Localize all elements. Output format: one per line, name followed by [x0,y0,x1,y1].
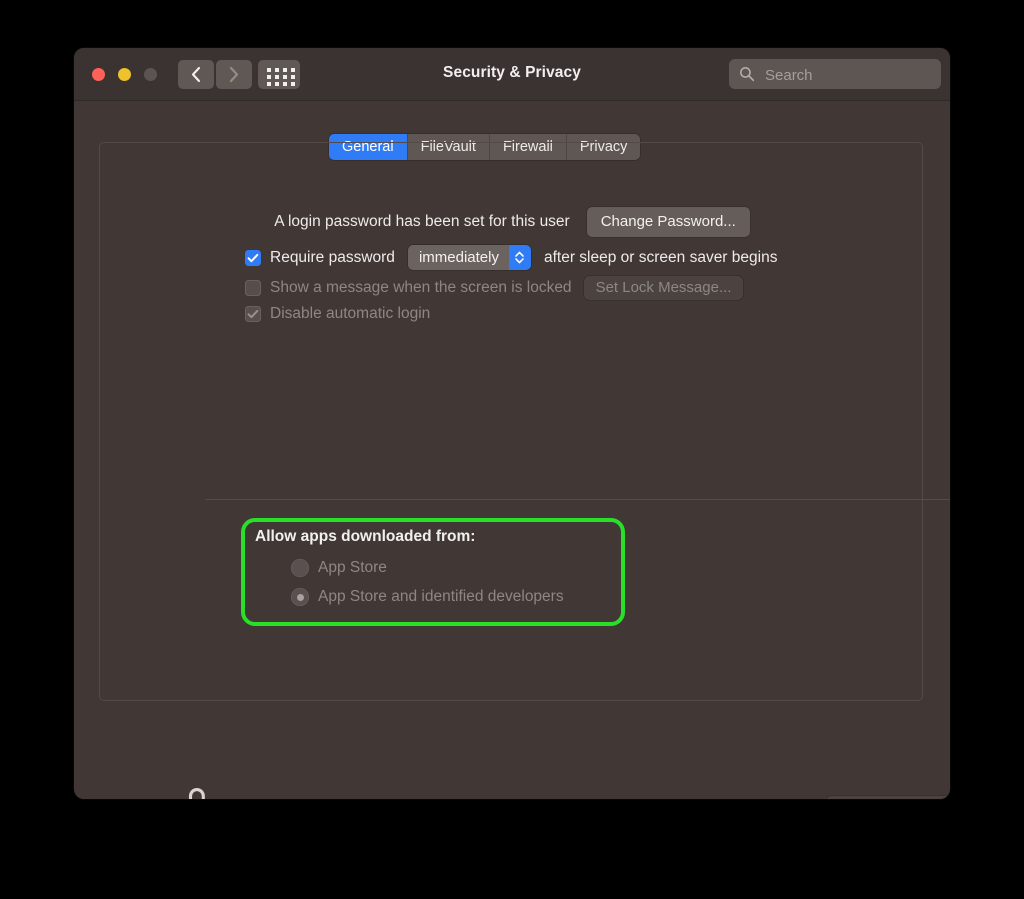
set-lock-message-button[interactable]: Set Lock Message... [583,276,744,300]
radio-app-store-label: App Store [318,559,387,576]
chevron-left-icon [191,66,201,83]
login-password-status: A login password has been set for this u… [274,213,570,230]
radio-selected-dot [296,593,304,601]
grid-icon [267,68,295,86]
show-lock-message-checkbox[interactable] [245,280,261,296]
login-password-row: A login password has been set for this u… [100,207,924,237]
zoom-window-button[interactable] [144,68,157,81]
show-all-preferences-button[interactable] [258,60,300,89]
search-input[interactable] [763,59,937,91]
unlocked-padlock-icon[interactable] [180,785,214,799]
minimize-window-button[interactable] [118,68,131,81]
disable-auto-login-checkbox[interactable] [245,306,261,322]
search-field[interactable] [729,59,941,91]
back-button[interactable] [178,60,214,89]
disable-auto-login-row: Disable automatic login [245,305,430,323]
radio-app-store-and-identified-developers-label: App Store and identified developers [318,588,564,605]
checkmark-icon [247,309,259,319]
checkmark-icon [247,253,259,262]
radio-app-store[interactable] [291,559,309,577]
search-icon [740,67,755,82]
allow-apps-title: Allow apps downloaded from: [255,528,476,545]
show-lock-message-label: Show a message when the screen is locked [270,279,572,296]
window-titlebar: Security & Privacy [74,48,950,101]
close-window-button[interactable] [92,68,105,81]
chevron-right-icon [229,66,239,83]
chevron-up-down-icon [508,245,531,270]
allow-apps-option-app-store-and-identified-developers[interactable]: App Store and identified developers [291,588,564,606]
show-lock-message-row: Show a message when the screen is locked… [245,276,744,300]
radio-app-store-and-identified-developers[interactable] [291,588,309,606]
allow-apps-option-app-store[interactable]: App Store [291,559,387,577]
require-password-suffix: after sleep or screen saver begins [543,248,778,266]
advanced-button[interactable]: Advanced... [826,796,950,799]
disable-auto-login-label: Disable automatic login [270,305,431,322]
forward-button[interactable] [216,60,252,89]
require-password-label: Require password [270,248,395,266]
section-divider [205,499,950,500]
require-password-row: Require password immediately after sleep… [245,245,777,270]
require-password-checkbox[interactable] [245,249,261,266]
change-password-button[interactable]: Change Password... [586,207,750,237]
require-password-delay-value: immediately [407,245,509,270]
security-privacy-window: Security & Privacy General FileVault Fir… [74,48,950,799]
require-password-delay-popup[interactable]: immediately [407,245,531,270]
